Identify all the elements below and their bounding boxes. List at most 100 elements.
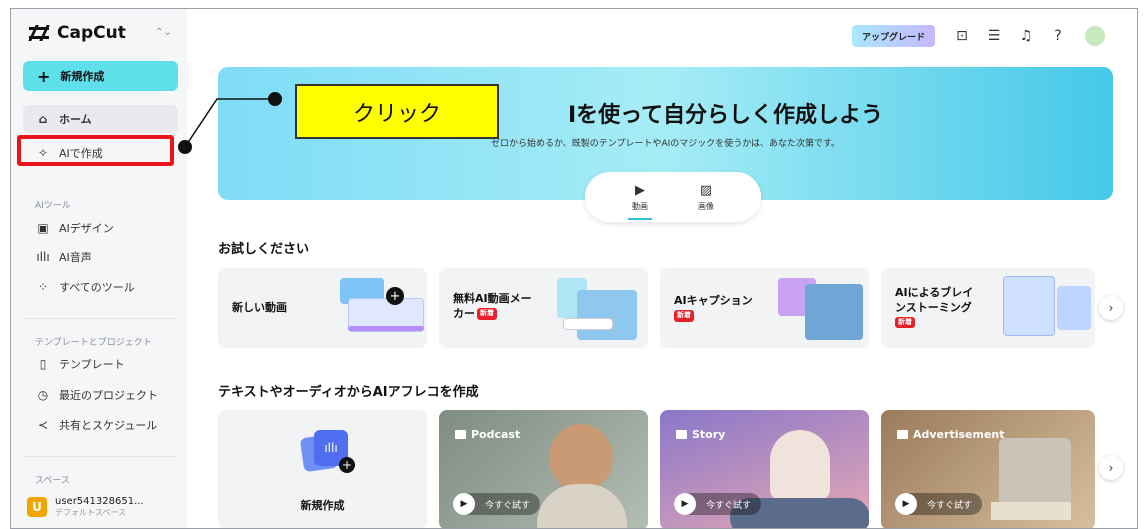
play-icon: ▶ (895, 493, 917, 515)
ad-box-image (991, 502, 1071, 520)
tab-label: 画像 (698, 201, 714, 211)
caption-icon (455, 430, 466, 439)
podcast-person-image (549, 424, 613, 492)
sidebar-item-ai-voice[interactable]: ıllı AI音声 (23, 243, 178, 271)
podcast-person-body (537, 484, 627, 528)
grid-icon: ⁘ (37, 280, 49, 294)
image-sparkle-icon: ▣ (37, 221, 49, 235)
play-icon: ▶ (674, 493, 696, 515)
sidebar-item-label: ホーム (59, 113, 92, 126)
sidebar-item-label: 共有とスケジュール (59, 419, 158, 432)
new-project-button[interactable]: + 新規作成 (23, 61, 178, 91)
tab-label: 動画 (632, 201, 648, 211)
card-label-line1: 無料AI動画メー (453, 292, 532, 305)
image-icon: ▨ (699, 182, 713, 198)
callout-dot-end (268, 92, 282, 106)
new-voiceover-label: 新規作成 (300, 499, 345, 512)
sidebar-item-home[interactable]: ⌂ ホーム (23, 105, 178, 133)
hero-tabs: ▶ 動画 ▨ 画像 (585, 172, 761, 222)
card-title: Story (676, 428, 725, 441)
screen-download-icon[interactable]: ⊡ (951, 25, 973, 47)
caption-icon (897, 430, 908, 439)
upgrade-button[interactable]: アップグレード (852, 25, 935, 47)
sidebar-item-label: すべてのツール (59, 281, 135, 294)
card-title: Podcast (455, 428, 520, 441)
card-advertisement[interactable]: Advertisement ▶ 今すぐ試す (881, 410, 1095, 528)
play-icon: ▶ (635, 182, 645, 198)
card-free-ai-video-maker[interactable]: 無料AI動画メー カー 新着 (439, 268, 648, 348)
plus-icon: + (37, 66, 51, 86)
try-now-button[interactable]: ▶ 今すぐ試す (453, 493, 541, 515)
clock-icon: ◷ (37, 388, 49, 402)
workspace-switcher-icon[interactable]: ⌃⌄ (155, 27, 172, 38)
app-window: CapCut ⌃⌄ + 新規作成 ⌂ ホーム ✧ AIで作成 AIツール ▣ A… (10, 8, 1138, 529)
card-thumbnail (1057, 286, 1091, 330)
capcut-logo[interactable]: CapCut (28, 23, 126, 43)
try-section-heading: お試しください (218, 242, 310, 257)
highlight-annotation-box (17, 135, 174, 166)
click-callout: クリック (295, 84, 499, 139)
help-icon[interactable]: ? (1047, 25, 1069, 47)
new-badge: 新着 (477, 308, 497, 320)
card-title-text: Podcast (471, 428, 521, 441)
sidebar-item-label: テンプレート (59, 358, 125, 371)
next-arrow-button[interactable]: › (1099, 296, 1123, 320)
new-badge: 新着 (674, 310, 694, 322)
card-label-line2: カー (453, 306, 475, 320)
avatar[interactable] (1085, 26, 1105, 46)
sidebar-item-templates[interactable]: ▯ テンプレート (23, 350, 178, 378)
space-subtitle: デフォルトスペース (55, 508, 127, 517)
template-icon: ▯ (39, 357, 47, 371)
capcut-logo-icon (28, 25, 51, 41)
card-story[interactable]: Story ▶ 今すぐ試す (660, 410, 869, 528)
app-name: CapCut (57, 23, 126, 43)
card-label: AIキャプション 新着 (674, 294, 753, 324)
divider (25, 456, 175, 457)
tab-image[interactable]: ▨ 画像 (698, 183, 714, 212)
waveform-icon: ıllı (36, 250, 50, 264)
space-avatar: U (27, 497, 47, 517)
card-title-text: Advertisement (913, 428, 1005, 441)
card-title: Advertisement (897, 428, 1005, 441)
card-ai-brainstorming[interactable]: AIによるブレイ ンストーミング 新着 (881, 268, 1095, 348)
card-thumbnail (348, 326, 424, 331)
home-icon: ⌂ (38, 112, 48, 126)
sidebar-item-label: 最近のプロジェクト (59, 389, 158, 402)
ad-espresso-machine-image (999, 438, 1071, 508)
card-podcast[interactable]: Podcast ▶ 今すぐ試す (439, 410, 648, 528)
sidebar-item-all-tools[interactable]: ⁘ すべてのツール (23, 273, 178, 301)
card-new-voiceover[interactable]: ıllı + 新規作成 (218, 410, 427, 528)
try-now-label: 今すぐ試す (706, 500, 752, 511)
space-section-title: スペース (35, 476, 70, 486)
space-card[interactable]: U user541328651... デフォルトスペース (27, 489, 177, 525)
card-thumbnail (805, 284, 863, 340)
try-now-label: 今すぐ試す (485, 500, 531, 511)
space-user-name: user541328651... (55, 496, 144, 507)
card-title-text: Story (692, 428, 726, 441)
next-arrow-button[interactable]: › (1099, 456, 1123, 480)
ai-tools-section-title: AIツール (35, 201, 71, 211)
card-thumbnail (577, 290, 637, 340)
sidebar-item-share-schedule[interactable]: ≺ 共有とスケジュール (23, 411, 178, 439)
divider (25, 318, 175, 319)
inbox-icon[interactable]: ☰ (983, 25, 1005, 47)
tab-video[interactable]: ▶ 動画 (628, 182, 652, 220)
sidebar: CapCut ⌃⌄ + 新規作成 ⌂ ホーム ✧ AIで作成 AIツール ▣ A… (11, 9, 187, 528)
sidebar-item-recent-projects[interactable]: ◷ 最近のプロジェクト (23, 381, 178, 409)
bell-icon[interactable]: ♫ (1015, 25, 1037, 47)
try-now-label: 今すぐ試す (927, 500, 973, 511)
card-label-line1: AIキャプション (674, 294, 753, 307)
callout-dot-start (178, 140, 192, 154)
caption-icon (676, 430, 687, 439)
plus-icon: + (386, 287, 404, 305)
try-now-button[interactable]: ▶ 今すぐ試す (895, 493, 983, 515)
sidebar-item-label: AIデザイン (59, 222, 114, 235)
try-now-button[interactable]: ▶ 今すぐ試す (674, 493, 762, 515)
sidebar-item-ai-design[interactable]: ▣ AIデザイン (23, 214, 178, 242)
card-new-video[interactable]: 新しい動画 + (218, 268, 427, 348)
card-ai-caption[interactable]: AIキャプション 新着 (660, 268, 869, 348)
card-thumbnail (563, 318, 613, 330)
templates-section-title: テンプレートとプロジェクト (35, 338, 152, 348)
voice-section-heading: テキストやオーディオからAIアフレコを作成 (218, 385, 479, 400)
new-project-label: 新規作成 (60, 70, 105, 83)
